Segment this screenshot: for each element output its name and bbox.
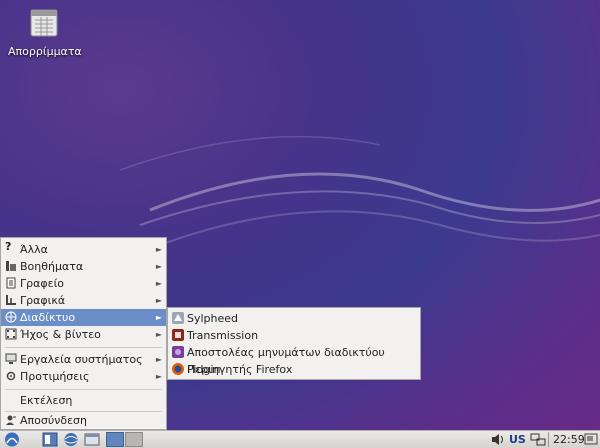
submenu-item-transmission[interactable]: Transmission <box>168 327 420 344</box>
application-menu: ? Άλλα ► Βοηθήματα ► Γραφείο ► Γραφικά ►… <box>0 237 167 430</box>
submenu-item-sylpheed[interactable]: Sylpheed <box>168 310 420 327</box>
accessories-icon <box>6 261 16 271</box>
chevron-right-icon: ► <box>155 296 162 305</box>
preferences-icon <box>6 371 16 381</box>
chevron-right-icon: ► <box>155 279 162 288</box>
browser-icon[interactable] <box>62 432 80 447</box>
multimedia-icon <box>5 328 17 340</box>
internet-icon <box>5 311 17 323</box>
menu-item-accessories[interactable]: Βοηθήματα ► <box>1 258 166 275</box>
graphics-icon <box>6 295 16 305</box>
submenu-item-firefox[interactable]: Περιηγητής Firefox <box>168 361 420 378</box>
chevron-right-icon: ► <box>155 372 162 381</box>
workspace-2[interactable] <box>125 432 143 447</box>
show-desktop-icon[interactable] <box>584 432 598 447</box>
chevron-right-icon: ► <box>155 245 162 254</box>
menu-item-system-tools[interactable]: Εργαλεία συστήματος ► <box>1 351 166 368</box>
menu-item-run[interactable]: Εκτέλεση <box>1 392 166 409</box>
chevron-right-icon: ► <box>155 262 162 271</box>
menu-item-logout[interactable]: Αποσύνδεση <box>1 412 166 429</box>
network-icon[interactable] <box>530 432 546 447</box>
keyboard-layout-indicator[interactable]: US <box>509 432 526 447</box>
trash-icon <box>30 9 58 37</box>
chevron-right-icon: ► <box>155 330 162 339</box>
internet-submenu: Sylpheed Transmission Αποστολέας μηνυμάτ… <box>167 307 421 380</box>
chevron-right-icon: ► <box>155 355 162 364</box>
firefox-icon <box>172 363 184 375</box>
pidgin-icon <box>172 346 184 358</box>
panel-separator <box>548 432 549 447</box>
workspace-1[interactable] <box>106 432 124 447</box>
transmission-icon <box>172 329 184 341</box>
taskbar-panel: US 22:59 <box>0 430 600 448</box>
chevron-right-icon: ► <box>155 313 162 322</box>
menu-item-multimedia[interactable]: Ήχος & βίντεο ► <box>1 326 166 343</box>
menu-item-office[interactable]: Γραφείο ► <box>1 275 166 292</box>
file-manager-icon[interactable] <box>42 432 58 447</box>
office-icon <box>6 277 16 289</box>
trash-label: Απορρίμματα <box>8 45 82 58</box>
sylpheed-icon <box>172 312 184 324</box>
submenu-item-pidgin[interactable]: Αποστολέας μηνυμάτων διαδικτύου Pidgin <box>168 344 420 376</box>
volume-icon[interactable] <box>490 432 506 447</box>
system-tools-icon <box>5 353 17 364</box>
logout-icon <box>6 415 16 425</box>
trash-desktop-icon[interactable]: Απορρίμματα <box>8 8 82 58</box>
menu-item-internet[interactable]: Διαδίκτυο ► <box>1 309 166 326</box>
menu-separator <box>5 347 162 348</box>
window-icon[interactable] <box>84 432 100 447</box>
clock[interactable]: 22:59 <box>553 432 585 447</box>
start-menu-icon[interactable] <box>3 432 21 447</box>
menu-separator <box>5 389 162 390</box>
menu-item-other[interactable]: ? Άλλα ► <box>1 241 166 258</box>
question-icon: ? <box>5 240 12 253</box>
menu-item-graphics[interactable]: Γραφικά ► <box>1 292 166 309</box>
menu-item-preferences[interactable]: Προτιμήσεις ► <box>1 368 166 385</box>
